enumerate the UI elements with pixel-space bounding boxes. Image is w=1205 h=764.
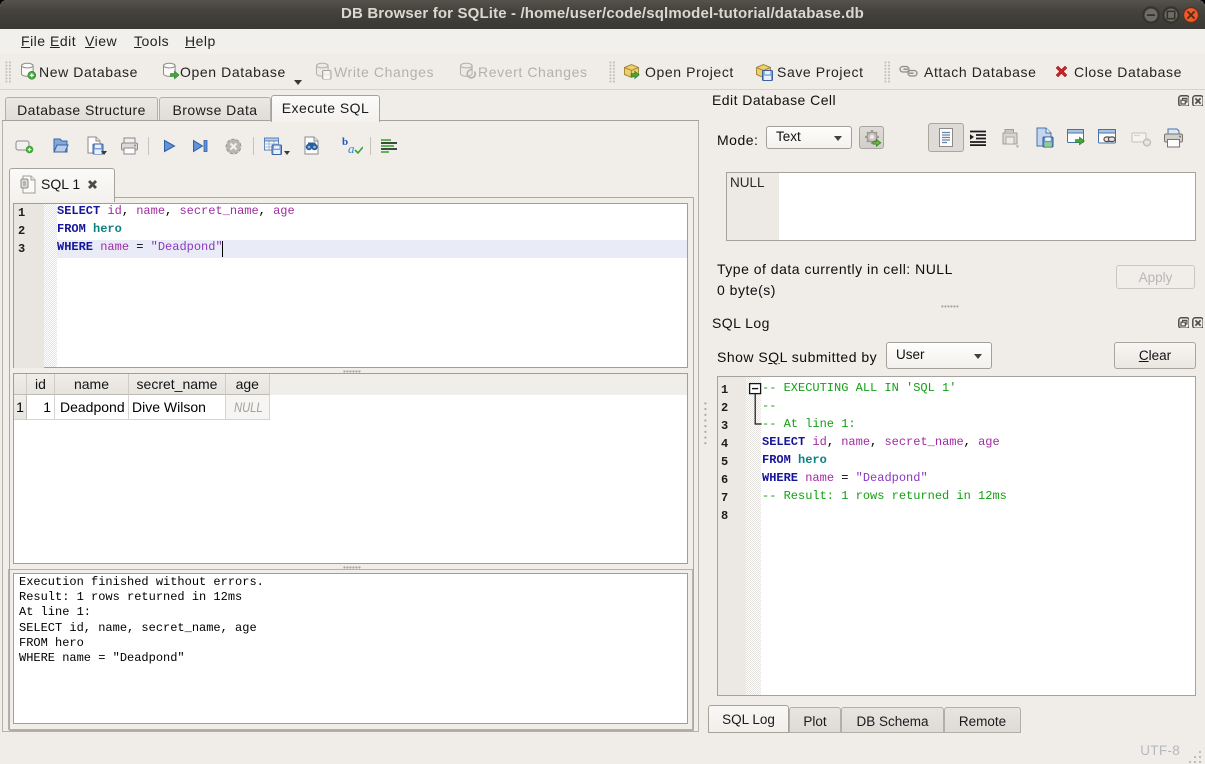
svg-text:a: a (348, 141, 355, 156)
